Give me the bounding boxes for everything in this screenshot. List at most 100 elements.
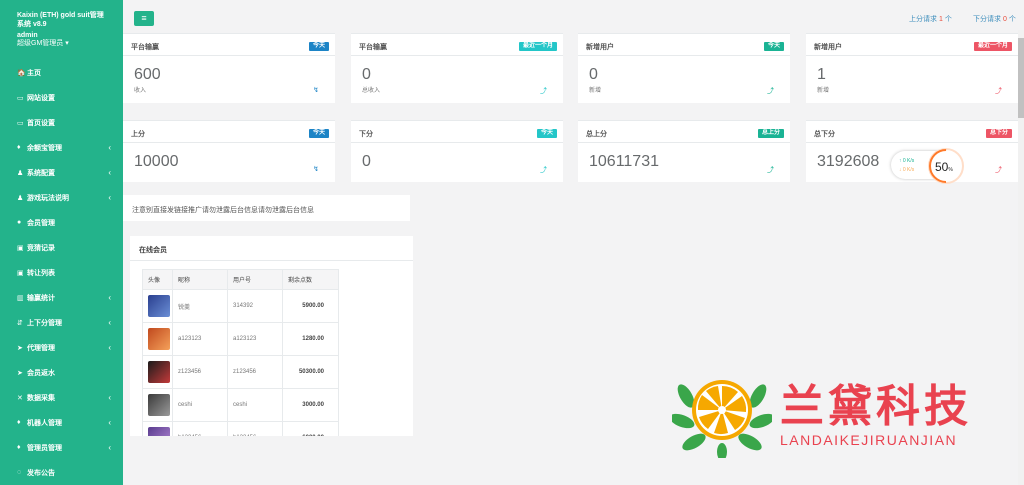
sidebar-item-race-record[interactable]: ▣ 竞猜记录 — [0, 235, 123, 260]
sidebar-item-game-rules[interactable]: ♟ 游戏玩法说明 ‹ — [0, 185, 123, 210]
card-badge: 最近一个月 — [973, 42, 1012, 51]
chevron-left-icon: ‹ — [108, 293, 111, 302]
card-header: 总上分 总上分 — [578, 121, 790, 143]
points-cell: 3000.00 — [282, 388, 339, 422]
card-header: 平台输赢 今天 — [123, 34, 335, 56]
card-subtitle: 收入 — [134, 88, 147, 94]
table-row[interactable]: 锐羹 314392 5900.00 — [142, 289, 339, 323]
chevron-left-icon: ‹ — [108, 443, 111, 452]
homepage-settings-icon: ▭ — [17, 119, 24, 127]
nickname-cell: a123123 — [172, 322, 228, 356]
sidebar-item-up-down[interactable]: ⇵ 上下分管理 ‹ — [0, 310, 123, 335]
sidebar-item-label: 首页设置 — [27, 119, 55, 127]
column-header[interactable]: 用户号 — [227, 269, 283, 290]
stat-card: 上分 今天 10000 ↯ — [123, 120, 335, 182]
sidebar-item-member-rebate[interactable]: ➤ 会员返水 — [0, 360, 123, 385]
card-title: 平台输赢 — [131, 44, 159, 51]
card-badge: 今天 — [308, 42, 329, 51]
table-row[interactable]: z123456 z123456 50300.00 — [142, 355, 339, 389]
card-value: 3192608 — [817, 153, 880, 170]
trend-arrow-icon: ⤴ — [767, 88, 774, 95]
nickname-cell: b123456 — [172, 421, 228, 436]
stat-card: 总上分 总上分 10611731 ⤴ — [578, 120, 790, 182]
sidebar-item-label: 数据采集 — [27, 394, 55, 402]
chevron-left-icon: ‹ — [108, 318, 111, 327]
sidebar-item-system-config[interactable]: ♟ 系统配置 ‹ — [0, 160, 123, 185]
sidebar-item-label: 机器人管理 — [27, 419, 62, 427]
card-value: 0 — [362, 66, 371, 83]
home-icon: 🏠 — [17, 69, 26, 77]
user-name: admin — [17, 32, 38, 39]
card-title: 新增用户 — [586, 44, 614, 51]
avatar[interactable] — [148, 328, 170, 350]
card-title: 新增用户 — [814, 44, 842, 51]
nickname-cell: z123456 — [172, 355, 228, 389]
website-settings-icon: ▭ — [17, 94, 24, 102]
up-request-unit: 个 — [944, 16, 952, 23]
sidebar-item-website-settings[interactable]: ▭ 网站设置 — [0, 85, 123, 110]
user-role[interactable]: 超级GM管理员 ▾ — [17, 40, 123, 48]
user-id-cell: z123456 — [227, 355, 283, 389]
card-subtitle: 新增 — [589, 88, 602, 94]
sidebar-item-home[interactable]: 🏠 主页 — [0, 60, 123, 85]
trend-arrow-icon: ⤴ — [540, 167, 547, 174]
gauge-unit: % — [948, 167, 953, 173]
watermark-english: LANDAIKEJIRUANJIAN — [780, 432, 958, 448]
avatar[interactable] — [148, 361, 170, 383]
sidebar-item-agent[interactable]: ➤ 代理管理 ‹ — [0, 335, 123, 360]
down-request-link[interactable]: 下分请求 0 个 — [973, 14, 1016, 24]
trend-arrow-icon: ↯ — [313, 166, 319, 173]
system-config-icon: ♟ — [17, 169, 24, 177]
table-row[interactable]: ceshi ceshi 3000.00 — [142, 388, 339, 422]
sidebar-item-transfer-list[interactable]: ▣ 转让列表 — [0, 260, 123, 285]
down-request-count: 0 — [1002, 16, 1007, 23]
table-row[interactable]: b123456b1234566000.00 — [142, 421, 339, 436]
avatar[interactable] — [148, 295, 170, 317]
user-id-cell: 314392 — [227, 289, 283, 323]
member-rebate-icon: ➤ — [17, 369, 23, 377]
sidebar-item-admin[interactable]: ♦ 管理员管理 ‹ — [0, 435, 123, 460]
card-subtitle: 新增 — [817, 88, 830, 94]
down-request-unit: 个 — [1008, 16, 1016, 23]
avatar[interactable] — [148, 427, 170, 436]
card-header: 新增用户 今天 — [578, 34, 790, 56]
stat-card: 下分 今天 0 ⤴ — [351, 120, 563, 182]
user-id-cell: a123123 — [227, 322, 283, 356]
sidebar-item-label: 转让列表 — [27, 269, 55, 277]
points-cell: 5900.00 — [282, 289, 339, 323]
chevron-left-icon: ‹ — [108, 168, 111, 177]
card-header: 下分 今天 — [351, 121, 563, 143]
user-info[interactable]: admin 超级GM管理员 ▾ — [0, 29, 123, 48]
column-header[interactable]: 昵称 — [172, 269, 228, 290]
down-request-label: 下分请求 — [973, 16, 1001, 23]
app-title: Kaixin (ETH) gold suit管理系统 v8.9 — [17, 12, 104, 28]
sidebar-item-balance[interactable]: ♦ 余额宝管理 ‹ — [0, 135, 123, 160]
sidebar-item-homepage-settings[interactable]: ▭ 首页设置 — [0, 110, 123, 135]
page-scrollbar[interactable] — [1018, 30, 1024, 485]
table-row[interactable]: a123123 a123123 1280.00 — [142, 322, 339, 356]
avatar[interactable] — [148, 394, 170, 416]
card-badge: 今天 — [536, 129, 557, 138]
online-members-panel: 在线会员 头像 昵称 用户号 剩余点数 锐羹 314392 5900.00 a123123 a… — [130, 236, 413, 436]
sidebar-item-data-collect[interactable]: ✕ 数据采集 ‹ — [0, 385, 123, 410]
gauge-value: 50% — [935, 160, 953, 174]
sidebar-item-member[interactable]: ● 会员管理 — [0, 210, 123, 235]
sidebar-item-stats[interactable]: ▥ 输赢统计 ‹ — [0, 285, 123, 310]
column-header[interactable]: 剩余点数 — [282, 269, 339, 290]
memory-gauge[interactable]: 50% — [928, 148, 964, 184]
sidebar-item-robot[interactable]: ♦ 机器人管理 ‹ — [0, 410, 123, 435]
scrollbar-thumb[interactable] — [1018, 38, 1024, 118]
sidebar-item-label: 游戏玩法说明 — [27, 194, 69, 202]
trend-arrow-icon: ⤴ — [995, 88, 1002, 95]
card-badge: 最近一个月 — [518, 42, 557, 51]
card-badge: 今天 — [763, 42, 784, 51]
chevron-left-icon: ‹ — [108, 343, 111, 352]
up-request-link[interactable]: 上分请求 1 个 — [909, 14, 952, 24]
trend-arrow-icon: ↯ — [313, 87, 319, 94]
agent-icon: ➤ — [17, 344, 23, 352]
column-header[interactable]: 头像 — [142, 269, 173, 290]
sidebar-item-announce[interactable]: ◌ 发布公告 — [0, 460, 123, 485]
notice-text: 注意别直接发链接推广请勿泄露后台信息请勿泄露后台信息 — [123, 195, 410, 221]
menu-toggle-button[interactable]: ≡ — [134, 11, 154, 26]
chevron-left-icon: ‹ — [108, 418, 111, 427]
